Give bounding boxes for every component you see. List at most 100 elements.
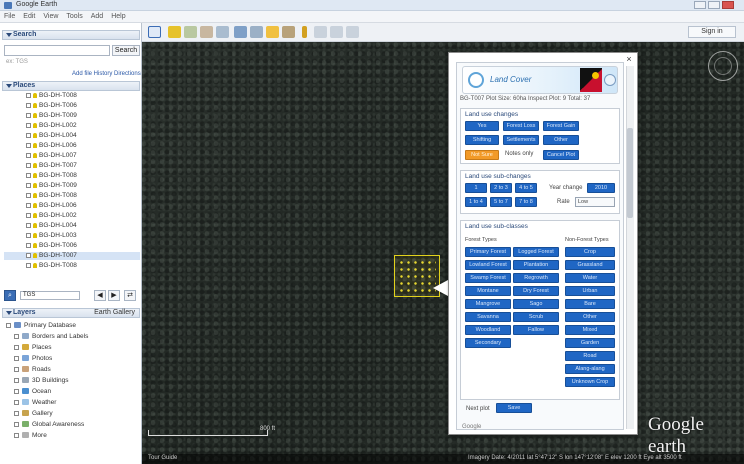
overlay-icon[interactable] [216,26,229,38]
places-filter-input[interactable]: TGS [20,291,80,300]
class-button[interactable]: Road [565,351,615,361]
class-button[interactable]: Fallow [513,325,559,335]
checkbox[interactable] [26,93,31,98]
places-item[interactable]: BG-DH-L006 [4,202,140,210]
layer-item[interactable]: Weather [12,398,140,407]
placemark-icon[interactable] [168,26,181,38]
option-button[interactable]: 4 to 5 [515,183,537,193]
places-item[interactable]: BG-DH-T008 [4,92,140,100]
class-button[interactable]: Savanna [465,312,511,322]
places-item[interactable]: BG-DH-L002 [4,122,140,130]
balloon-scrollbar[interactable] [626,66,634,429]
next-icon[interactable]: ▶ [108,290,120,301]
menu-help[interactable]: Help [107,11,129,22]
class-button[interactable]: Lowland Forest [465,260,511,270]
checkbox[interactable] [26,263,31,268]
class-button[interactable]: Scrub [513,312,559,322]
menu-tools[interactable]: Tools [62,11,86,22]
sign-in-button[interactable]: Sign in [688,26,736,38]
checkbox[interactable] [26,193,31,198]
layer-item[interactable]: Global Awareness [12,420,140,429]
checkbox[interactable] [14,389,19,394]
menu-file[interactable]: File [0,11,19,22]
class-button[interactable]: Plantation [513,260,559,270]
class-button[interactable]: Alang-alang [565,364,615,374]
class-button[interactable]: Mangrove [465,299,511,309]
places-item[interactable]: BG-DH-T008 [4,262,140,270]
menu-view[interactable]: View [39,11,62,22]
class-button[interactable]: Swamp Forest [465,273,511,283]
class-button[interactable]: Secondary [465,338,511,348]
checkbox[interactable] [26,253,31,258]
class-button[interactable]: Crop [565,247,615,257]
prev-icon[interactable]: ◀ [94,290,106,301]
checkbox[interactable] [26,103,31,108]
rate-select[interactable]: Low [575,197,615,207]
hide-sidebar-icon[interactable] [148,26,161,38]
look-around-control[interactable] [714,57,732,75]
checkbox[interactable] [26,113,31,118]
places-item[interactable]: BG-DH-L006 [4,142,140,150]
class-button[interactable]: Dry Forest [513,286,559,296]
class-button[interactable]: Urban [565,286,615,296]
layer-item[interactable]: Ocean [12,387,140,396]
year-select[interactable]: 2010 [587,183,615,193]
layer-item[interactable]: Places [12,343,140,352]
option-button[interactable]: Shifting [465,135,499,145]
class-button[interactable]: Sago [513,299,559,309]
historical-imagery-icon[interactable] [250,26,263,38]
layer-item[interactable]: Gallery [12,409,140,418]
checkbox[interactable] [14,345,19,350]
class-button[interactable]: Grassland [565,260,615,270]
class-button[interactable]: Montane [465,286,511,296]
ruler-icon[interactable] [302,26,307,38]
view-in-maps-icon[interactable] [346,26,359,38]
places-item[interactable]: BG-DH-T006 [4,102,140,110]
option-button[interactable]: Other [543,135,579,145]
polygon-icon[interactable] [184,26,197,38]
checkbox[interactable] [26,153,31,158]
sun-icon[interactable] [266,26,279,38]
layers-panel-header[interactable]: Layers Earth Gallery [2,308,140,318]
option-button[interactable]: 2 to 3 [490,183,512,193]
class-button[interactable]: Bare [565,299,615,309]
cancel-plot-button[interactable]: Cancel Plot [543,150,579,160]
places-tree[interactable]: BG-DH-T008 BG-DH-T006 BG-DH-T009 BG-DH-L002… [4,92,140,280]
class-button[interactable]: Other [565,312,615,322]
checkbox[interactable] [26,203,31,208]
checkbox[interactable] [14,356,19,361]
places-item[interactable]: BG-DH-L004 [4,132,140,140]
layer-item[interactable]: Roads [12,365,140,374]
class-button[interactable]: Woodland [465,325,511,335]
earth-gallery-link[interactable]: Earth Gallery [94,309,135,317]
close-icon[interactable]: × [624,54,634,64]
places-item[interactable]: BG-DH-T009 [4,112,140,120]
option-button[interactable]: 7 to 8 [515,197,537,207]
checkbox[interactable] [26,183,31,188]
checkbox[interactable] [14,433,19,438]
minimize-button[interactable] [694,1,706,9]
search-button[interactable]: Search [112,45,140,56]
places-item[interactable]: BG-DH-L004 [4,222,140,230]
checkbox[interactable] [26,133,31,138]
option-button[interactable]: Settlements [503,135,539,145]
save-button[interactable]: Save [496,403,532,413]
layer-item[interactable]: Borders and Labels [12,332,140,341]
layer-item[interactable]: Photos [12,354,140,363]
layer-item[interactable]: More [12,431,140,440]
checkbox[interactable] [14,422,19,427]
search-links[interactable]: Add file History Directions [72,71,141,77]
search-places-icon[interactable]: ⌕ [4,290,16,301]
close-window-button[interactable] [722,1,734,9]
checkbox[interactable] [14,367,19,372]
class-button[interactable]: Regrowth [513,273,559,283]
planets-icon[interactable] [282,26,295,38]
places-item[interactable]: BG-DH-L003 [4,232,140,240]
checkbox[interactable] [14,334,19,339]
class-button[interactable]: Mixed [565,325,615,335]
layer-item[interactable]: 3D Buildings [12,376,140,385]
option-button[interactable]: Yes [465,121,499,131]
not-sure-button[interactable]: Not Sure [465,150,499,160]
search-panel-header[interactable]: Search [2,30,140,40]
scrollbar-thumb[interactable] [627,128,633,218]
